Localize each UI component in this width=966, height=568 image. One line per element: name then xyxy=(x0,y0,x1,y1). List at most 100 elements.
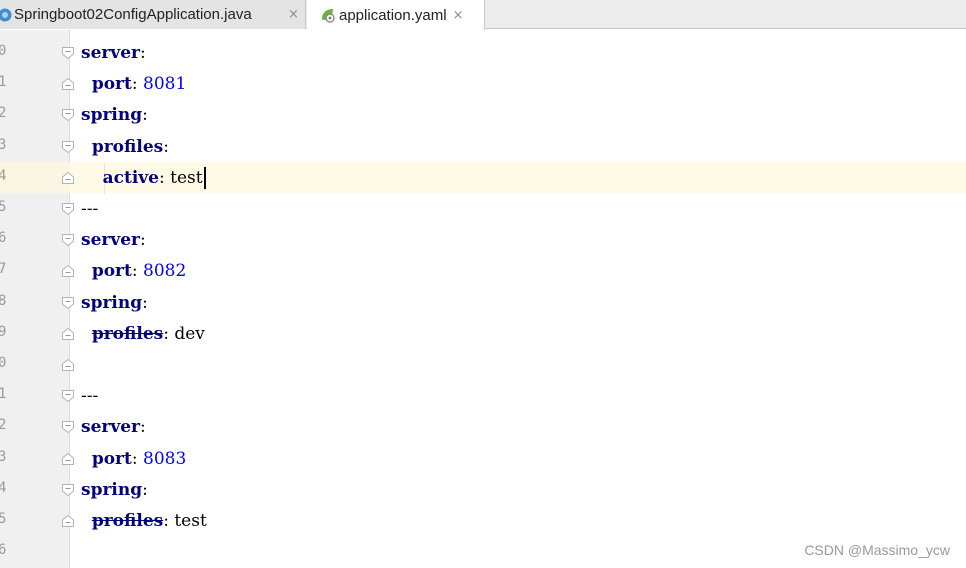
code-text: --- xyxy=(81,198,98,220)
code-token: : xyxy=(142,479,148,500)
code-line[interactable]: 0 xyxy=(0,350,966,381)
yaml-key: server xyxy=(81,417,140,438)
fold-end-icon[interactable] xyxy=(61,77,75,91)
fold-end-icon[interactable] xyxy=(61,358,75,372)
code-text: --- xyxy=(81,385,98,407)
code-line[interactable]: 3 port: 8083 xyxy=(0,444,966,475)
code-text: port: 8081 xyxy=(81,73,186,95)
close-tab-icon[interactable]: × xyxy=(288,7,299,22)
yaml-key: spring xyxy=(81,292,143,313)
tab-springboot02configapplication-java[interactable]: Springboot02ConfigApplication.java × xyxy=(0,0,306,29)
code-text: port: 8082 xyxy=(81,260,186,282)
fold-end-icon[interactable] xyxy=(61,327,75,341)
code-line[interactable]: 0 server: xyxy=(0,38,966,69)
code-line[interactable]: 7 port: 8082 xyxy=(0,256,966,287)
code-token: : xyxy=(163,511,175,531)
code-text: profiles: xyxy=(81,136,169,158)
yaml-key: spring xyxy=(81,105,143,126)
fold-start-icon[interactable] xyxy=(61,233,75,247)
code-line[interactable]: 4 spring: xyxy=(0,475,966,506)
line-number: 6 xyxy=(0,542,7,559)
fold-start-icon[interactable] xyxy=(61,420,75,434)
line-number: 1 xyxy=(0,386,7,403)
code-text: port: 8083 xyxy=(81,448,186,470)
code-token: : xyxy=(159,167,171,188)
fold-start-icon[interactable] xyxy=(61,296,75,310)
fold-start-icon[interactable] xyxy=(61,483,75,497)
code-line[interactable]: 1 --- xyxy=(0,381,966,412)
line-number: 2 xyxy=(0,417,7,434)
code-line[interactable]: 5 --- xyxy=(0,194,966,225)
code-line[interactable]: 9 profiles: dev xyxy=(0,319,966,350)
yaml-key: port xyxy=(91,74,132,95)
fold-end-icon[interactable] xyxy=(61,452,75,466)
spring-yaml-icon xyxy=(322,9,335,23)
code-token: test xyxy=(170,167,203,188)
fold-end-icon[interactable] xyxy=(61,514,75,528)
code-line[interactable]: 6 server: xyxy=(0,225,966,256)
yaml-key: port xyxy=(91,448,132,469)
fold-start-icon[interactable] xyxy=(61,46,75,60)
code-token: : xyxy=(140,43,146,63)
code-text: spring: xyxy=(81,479,148,501)
line-number: 3 xyxy=(0,448,7,465)
line-number: 7 xyxy=(0,261,7,278)
fold-start-icon[interactable] xyxy=(61,140,75,154)
fold-start-icon[interactable] xyxy=(61,202,75,216)
java-class-icon xyxy=(0,8,12,21)
fold-start-icon[interactable] xyxy=(61,108,75,122)
yaml-key: server xyxy=(81,43,140,63)
line-number: 2 xyxy=(0,105,7,122)
code-line[interactable]: 8 spring: xyxy=(0,288,966,319)
code-line[interactable]: 1 port: 8081 xyxy=(0,69,966,100)
code-line[interactable]: 3 profiles: xyxy=(0,132,966,163)
code-text: profiles: test xyxy=(81,510,207,532)
tab-label: application.yaml xyxy=(339,6,447,24)
fold-end-icon[interactable] xyxy=(61,171,75,185)
code-text: spring: xyxy=(81,104,148,126)
yaml-key: active xyxy=(102,167,159,188)
code-line[interactable]: 2 server: xyxy=(0,412,966,443)
watermark: CSDN @Massimo_ycw xyxy=(804,542,950,558)
close-tab-icon[interactable]: × xyxy=(453,8,464,23)
code-token: : xyxy=(131,74,143,95)
code-token: dev xyxy=(174,323,205,344)
yaml-number: 8081 xyxy=(143,74,187,95)
code-line[interactable]: 5 profiles: test xyxy=(0,506,966,537)
code-token: : xyxy=(142,105,148,126)
fold-end-icon[interactable] xyxy=(61,264,75,278)
yaml-number: 8082 xyxy=(143,261,187,282)
code-token: : xyxy=(142,292,148,313)
code-token: --- xyxy=(81,199,99,219)
yaml-key: spring xyxy=(81,479,143,500)
line-number: 5 xyxy=(0,511,7,527)
code-token: test xyxy=(174,511,207,531)
code-line[interactable]: 4 active: test xyxy=(0,162,966,194)
code-token: --- xyxy=(81,386,99,407)
line-number: 3 xyxy=(0,136,7,153)
code-token: : xyxy=(131,448,143,469)
fold-start-icon[interactable] xyxy=(61,389,75,403)
line-number: 1 xyxy=(0,74,7,91)
code-text: profiles: dev xyxy=(81,323,205,345)
code-text: server: xyxy=(81,42,146,64)
line-number: 0 xyxy=(0,355,7,371)
code-token: : xyxy=(163,136,169,157)
line-number: 4 xyxy=(0,167,7,184)
yaml-key: profiles xyxy=(91,323,164,344)
code-token: : xyxy=(131,261,143,282)
code-line[interactable]: 2 spring: xyxy=(0,100,966,131)
yaml-key: profiles xyxy=(91,511,164,531)
code-text: active: test xyxy=(81,166,206,189)
line-number: 8 xyxy=(0,292,7,309)
tab-application-yaml[interactable]: application.yaml × xyxy=(307,0,485,30)
yaml-key: port xyxy=(91,261,132,282)
yaml-key: profiles xyxy=(91,136,164,157)
line-number: 5 xyxy=(0,199,7,215)
code-token: : xyxy=(140,417,146,438)
